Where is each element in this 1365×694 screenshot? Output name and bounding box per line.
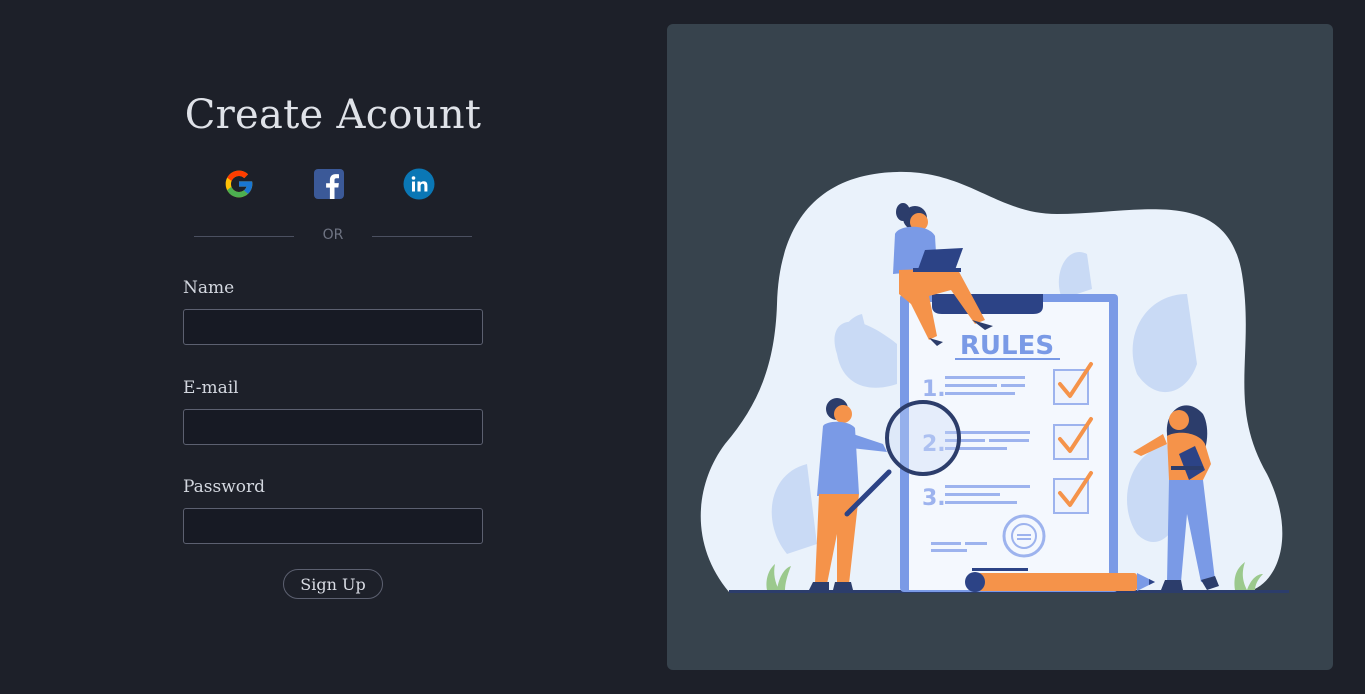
password-input[interactable] [183,508,483,544]
rules-heading: RULES [960,331,1054,361]
rule-number-1: 1. [922,377,946,402]
password-label: Password [183,477,266,497]
sign-up-button[interactable]: Sign Up [283,569,383,599]
name-input[interactable] [183,309,483,345]
name-label: Name [183,278,235,298]
linkedin-login-button[interactable] [403,168,435,200]
facebook-icon [314,169,344,199]
check-boxes [1053,362,1093,514]
page-title: Create Acount [184,92,482,138]
facebook-login-button[interactable] [313,168,345,200]
google-icon [225,170,253,198]
google-login-button[interactable] [223,168,255,200]
divider-line-right [372,236,472,237]
divider-line-left [194,236,294,237]
illustration-panel: RULES 1. 2. 3. [667,24,1333,670]
divider-or-text: OR [322,227,344,243]
email-label: E-mail [183,378,239,398]
rules-underline [955,358,1060,360]
linkedin-icon [403,168,435,200]
rules-illustration: RULES 1. 2. 3. [700,171,1289,593]
email-input[interactable] [183,409,483,445]
signup-page: Create Acount OR Name E-mail Password Si [0,0,1365,694]
rule-number-3: 3. [922,486,946,511]
clipboard-clip [932,294,1043,314]
